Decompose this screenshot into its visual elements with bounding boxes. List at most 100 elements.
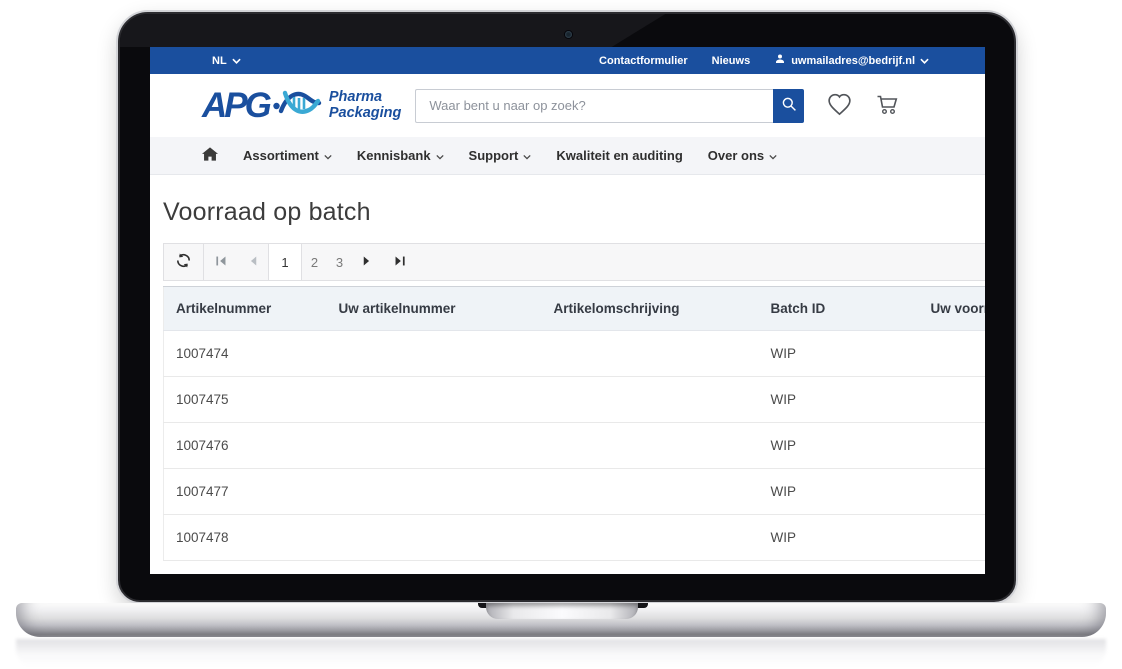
cell-artikelomschrijving (542, 469, 759, 515)
logo-tagline: Pharma Packaging (329, 90, 402, 121)
chevron-down-icon (920, 55, 929, 67)
topbar-link-nieuws[interactable]: Nieuws (712, 55, 751, 67)
nav-item-label: Assortiment (243, 148, 319, 163)
table-row: 1007478 WIP (164, 515, 986, 561)
home-icon (202, 147, 218, 164)
nav-item-assortiment[interactable]: Assortiment (243, 148, 332, 163)
search-icon (781, 96, 797, 115)
refresh-button[interactable] (164, 244, 204, 280)
nav-item-label: Over ons (708, 148, 764, 163)
col-header-artikelnummer: Artikelnummer (164, 287, 327, 331)
cell-artikelomschrijving (542, 423, 759, 469)
prev-page-button[interactable] (238, 244, 268, 280)
chevron-down-icon (769, 148, 777, 163)
logo-tagline-line2: Packaging (329, 106, 402, 122)
nav-item-label: Kennisbank (357, 148, 431, 163)
heart-icon (826, 92, 853, 119)
logo-tagline-line1: Pharma (329, 90, 402, 106)
table-row: 1007474 WIP (164, 331, 986, 377)
topbar-link-contactformulier[interactable]: Contactformulier (599, 55, 688, 67)
cell-batch-id: WIP (759, 423, 919, 469)
table-header-row: Artikelnummer Uw artikelnummer Artikelom… (164, 287, 986, 331)
page-button-2[interactable]: 2 (302, 244, 327, 280)
nav-item-label: Kwaliteit en auditing (556, 148, 682, 163)
page-title: Voorraad op batch (163, 198, 985, 227)
main-nav: Assortiment Kennisbank Support Kwaliteit… (150, 137, 985, 175)
page-button-3[interactable]: 3 (327, 244, 352, 280)
cell-artikelomschrijving (542, 377, 759, 423)
first-page-icon (215, 255, 227, 270)
next-page-icon (361, 255, 373, 270)
main-content: Voorraad op batch (150, 198, 985, 561)
dna-icon (273, 86, 323, 125)
next-page-button[interactable] (352, 244, 382, 280)
nav-item-label: Support (469, 148, 519, 163)
search-input[interactable] (415, 89, 773, 123)
cell-batch-id: WIP (759, 515, 919, 561)
user-icon (774, 53, 786, 68)
cell-uw-voorraad (919, 377, 986, 423)
header-icons (826, 92, 900, 119)
screen: NL Contactformulier Nieuws uwmailadres@b… (150, 47, 985, 574)
cell-uw-voorraad (919, 331, 986, 377)
laptop-reflection (16, 639, 1106, 667)
cell-uw-artikelnummer (327, 423, 542, 469)
logo-text: APG (202, 88, 269, 123)
nav-item-kwaliteit-en-auditing[interactable]: Kwaliteit en auditing (556, 148, 682, 163)
search-button[interactable] (773, 89, 804, 123)
col-header-artikelomschrijving: Artikelomschrijving (542, 287, 759, 331)
cell-uw-artikelnummer (327, 469, 542, 515)
refresh-icon (175, 252, 192, 272)
cart-icon (874, 93, 900, 119)
cell-uw-voorraad (919, 515, 986, 561)
cell-uw-voorraad (919, 423, 986, 469)
cart-button[interactable] (874, 93, 900, 119)
account-menu[interactable]: uwmailadres@bedrijf.nl (774, 53, 929, 68)
cell-artikelnummer: 1007478 (164, 515, 327, 561)
page-button-1[interactable]: 1 (268, 244, 302, 280)
chevron-down-icon (232, 55, 241, 67)
nav-item-over-ons[interactable]: Over ons (708, 148, 777, 163)
cell-artikelnummer: 1007476 (164, 423, 327, 469)
table-row: 1007475 WIP (164, 377, 986, 423)
col-header-uw-voorraad: Uw voorraad (919, 287, 986, 331)
laptop-bezel: NL Contactformulier Nieuws uwmailadres@b… (118, 12, 1016, 602)
chevron-down-icon (324, 148, 332, 163)
col-header-batch-id: Batch ID (759, 287, 919, 331)
laptop-hinge-notch (486, 603, 638, 619)
prev-page-icon (247, 255, 259, 270)
cell-artikelnummer: 1007474 (164, 331, 327, 377)
col-header-uw-artikelnummer: Uw artikelnummer (327, 287, 542, 331)
search-bar (415, 89, 804, 123)
last-page-button[interactable] (382, 244, 418, 280)
cell-batch-id: WIP (759, 377, 919, 423)
language-selector[interactable]: NL (212, 55, 241, 67)
cell-artikelnummer: 1007477 (164, 469, 327, 515)
chevron-down-icon (436, 148, 444, 163)
logo[interactable]: APG Pharma Packaging (202, 86, 401, 125)
laptop-base (16, 603, 1106, 637)
laptop-mockup: NL Contactformulier Nieuws uwmailadres@b… (0, 0, 1122, 669)
table-row: 1007476 WIP (164, 423, 986, 469)
pagination-toolbar: 1 2 3 (163, 243, 985, 281)
cell-uw-artikelnummer (327, 377, 542, 423)
nav-item-support[interactable]: Support (469, 148, 532, 163)
cell-artikelomschrijving (542, 515, 759, 561)
nav-item-kennisbank[interactable]: Kennisbank (357, 148, 444, 163)
cell-uw-artikelnummer (327, 331, 542, 377)
batch-grid: 1 2 3 (163, 243, 985, 561)
cell-uw-artikelnummer (327, 515, 542, 561)
language-label: NL (212, 55, 227, 67)
table-row: 1007477 WIP (164, 469, 986, 515)
webcam-dot (565, 31, 572, 38)
cell-uw-voorraad (919, 469, 986, 515)
nav-home[interactable] (202, 147, 218, 164)
last-page-icon (394, 255, 406, 270)
cell-artikelomschrijving (542, 331, 759, 377)
cell-batch-id: WIP (759, 331, 919, 377)
batch-table: Artikelnummer Uw artikelnummer Artikelom… (163, 286, 985, 561)
wishlist-button[interactable] (826, 92, 853, 119)
first-page-button[interactable] (204, 244, 238, 280)
cell-artikelnummer: 1007475 (164, 377, 327, 423)
topbar: NL Contactformulier Nieuws uwmailadres@b… (150, 47, 985, 74)
